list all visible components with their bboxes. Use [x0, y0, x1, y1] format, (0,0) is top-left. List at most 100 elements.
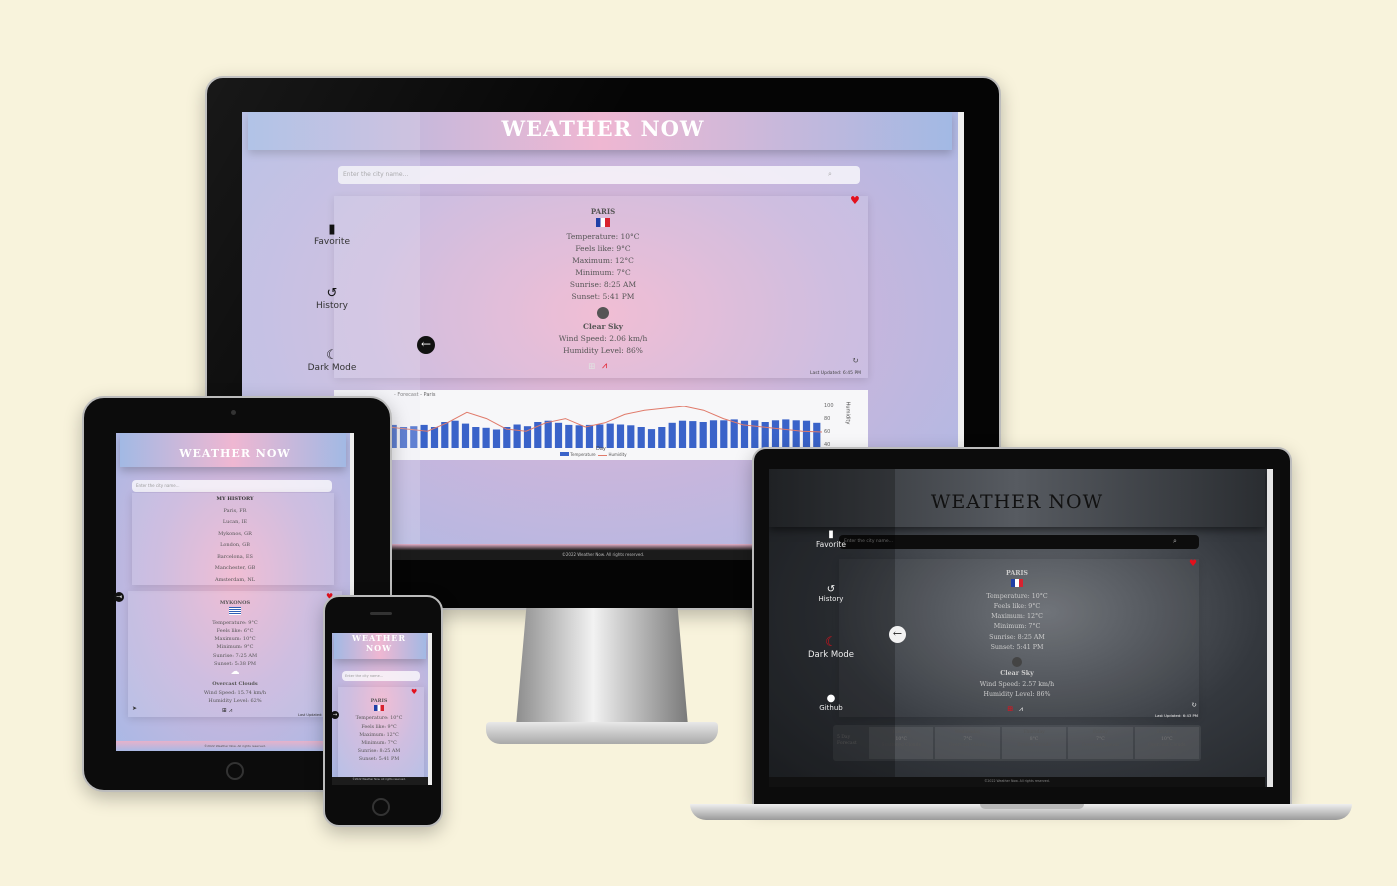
chart-bar [813, 422, 821, 448]
tablet-wind: Wind Speed: 15.74 km/h [203, 689, 267, 696]
laptop-nav-history-label: History [818, 595, 844, 603]
laptop-nav-github[interactable]: ● Github [803, 693, 859, 712]
chart-bar [513, 424, 521, 448]
chart-bar [461, 423, 470, 448]
laptop-footer-text: ©2022 Weather Now. All rights reserved. [984, 779, 1050, 783]
chart-bar [441, 422, 449, 448]
laptop-heart-icon[interactable]: ♥ [1189, 559, 1197, 569]
chart-bar [792, 420, 800, 448]
history-item[interactable]: Amsterdam, NL [116, 575, 354, 587]
tablet-login-icon[interactable]: ⇥ [114, 592, 124, 602]
legend-temperature: Temperature [570, 452, 596, 457]
laptop-nav-dark-mode-label: Dark Mode [807, 650, 855, 660]
legend-humidity: Humidity [608, 452, 627, 457]
tablet-sunrise: Sunrise: 7:25 AM [212, 652, 258, 659]
laptop-nav-favorite[interactable]: ▮ Favorite [803, 529, 859, 549]
nav-history[interactable]: ↺ History [302, 286, 362, 311]
forecast-day-card: Wednesday 7°C Overcast Clouds [935, 727, 1000, 759]
laptop-chart-view-icon[interactable]: ⩘ [1019, 705, 1023, 714]
chart-bar [503, 427, 511, 448]
phone-weather-details: PARIS Temperature: 10°C Feels like: 9°C … [332, 697, 426, 765]
chart-bar [761, 422, 769, 448]
tablet-city-name: MYKONOS [219, 600, 251, 606]
tablet-weather-details: MYKONOS Temperature: 9°C Feels like: 6°C… [116, 599, 354, 705]
chart-bar [730, 419, 738, 448]
bookmark-icon: ▮ [328, 222, 336, 237]
chart-bar [699, 422, 707, 448]
monitor-stand [516, 608, 688, 726]
chart-bar [771, 420, 780, 448]
history-item[interactable]: Lucan, IE [116, 517, 354, 529]
laptop-last-updated: Last Updated: 6:43 PM [1155, 713, 1199, 718]
chart-bar [637, 427, 645, 448]
refresh-icon[interactable]: ↻ [852, 356, 859, 365]
phone-city-name: PARIS [370, 698, 388, 704]
tablet-app-title: WEATHER NOW [179, 447, 291, 460]
tablet-view-icons[interactable]: ⊞ ⩘ [222, 707, 232, 715]
y-tick: 100 [824, 403, 834, 409]
phone-search-input[interactable]: Enter the city name... [342, 671, 420, 681]
tablet-camera [231, 410, 236, 415]
history-item[interactable]: Manchester, GB [116, 563, 354, 575]
laptop-back-arrow-icon[interactable]: ← [889, 626, 906, 643]
phone-home-button[interactable] [372, 798, 390, 816]
history-item[interactable]: London, GB [116, 540, 354, 552]
nav-dark-mode[interactable]: ☾ Dark Mode [302, 348, 362, 373]
back-arrow-icon[interactable]: ← [417, 336, 435, 354]
laptop-screen: WEATHER NOW Enter the city name... ⌕ ♥ P… [769, 469, 1273, 787]
nav-dark-mode-label: Dark Mode [307, 363, 357, 373]
laptop-nav-dark-mode[interactable]: ☾ Dark Mode [799, 635, 863, 660]
phone-scrollbar[interactable] [428, 633, 432, 785]
chart-bar [606, 423, 614, 448]
laptop-nav-github-label: Github [819, 704, 843, 712]
forecast-desc: Broken Clouds [1017, 743, 1051, 748]
tablet-screen: WEATHER NOW Enter the city name... MY HI… [116, 433, 354, 751]
phone-sunset: Sunset: 5:41 PM [358, 757, 400, 763]
y-axis-label: Humidity [844, 401, 851, 425]
laptop-refresh-icon[interactable]: ↻ [1191, 701, 1197, 709]
chart-bar [709, 420, 718, 448]
nav-favorite[interactable]: ▮ Favorite [302, 222, 362, 247]
laptop-nav-history[interactable]: ↺ History [803, 584, 859, 603]
nav-history-label: History [315, 301, 349, 311]
chart-bar [565, 424, 573, 448]
history-item[interactable]: Barcelona, ES [116, 552, 354, 564]
cloud-icon: ☁ [230, 667, 240, 678]
chart-bar [492, 429, 501, 448]
history-heading: MY HISTORY [216, 496, 254, 502]
tablet-search-input[interactable]: Enter the city name... [132, 480, 332, 492]
y-axis-ticks: 100 80 60 40 [824, 400, 834, 452]
chart-bar [720, 420, 728, 448]
y-tick: 60 [824, 429, 831, 435]
laptop-table-view-icon[interactable]: ⊞ [1007, 705, 1013, 713]
search-icon[interactable]: ⌕ [828, 170, 832, 179]
phone-title-line2: NOW [365, 643, 393, 653]
laptop-moon-icon: ☾ [825, 635, 837, 650]
laptop-search-icon[interactable]: ⌕ [1173, 537, 1177, 546]
table-view-icon[interactable]: ⊞ [588, 362, 596, 372]
phone-heart-icon[interactable]: ♥ [411, 688, 417, 696]
chart-bar [430, 427, 439, 448]
chart-view-icon[interactable]: ⩘ [602, 361, 607, 371]
phone-speaker [370, 612, 392, 615]
phone-menu-icon[interactable]: ⇥ [331, 711, 339, 719]
tablet-home-button[interactable] [226, 762, 244, 780]
history-item[interactable]: Paris, FR [116, 506, 354, 518]
phone-sunrise: Sunrise: 8:25 AM [357, 749, 401, 755]
phone-footer-text: ©2022 Weather Now. All rights reserved. [352, 778, 406, 781]
tablet-maximum: Maximum: 10°C [214, 636, 256, 643]
phone-feels-like: Feels like: 9°C [361, 724, 397, 730]
chart-bar [647, 429, 656, 448]
history-item[interactable]: Mykonos, GR [116, 529, 354, 541]
chart-svg [388, 406, 822, 448]
forecast-desc: Overcast Clouds [1081, 743, 1120, 748]
laptop-nav-favorite-label: Favorite [816, 540, 846, 549]
tablet-humidity: Humidity Level: 62% [208, 697, 262, 704]
moon-icon: ☾ [326, 348, 338, 363]
chart-bar [451, 420, 459, 448]
chart-bar [627, 425, 635, 448]
laptop-history-icon: ↺ [826, 584, 836, 595]
laptop-scrollbar[interactable] [1267, 469, 1273, 787]
github-icon: ● [826, 693, 836, 704]
chart-bar [802, 420, 811, 448]
